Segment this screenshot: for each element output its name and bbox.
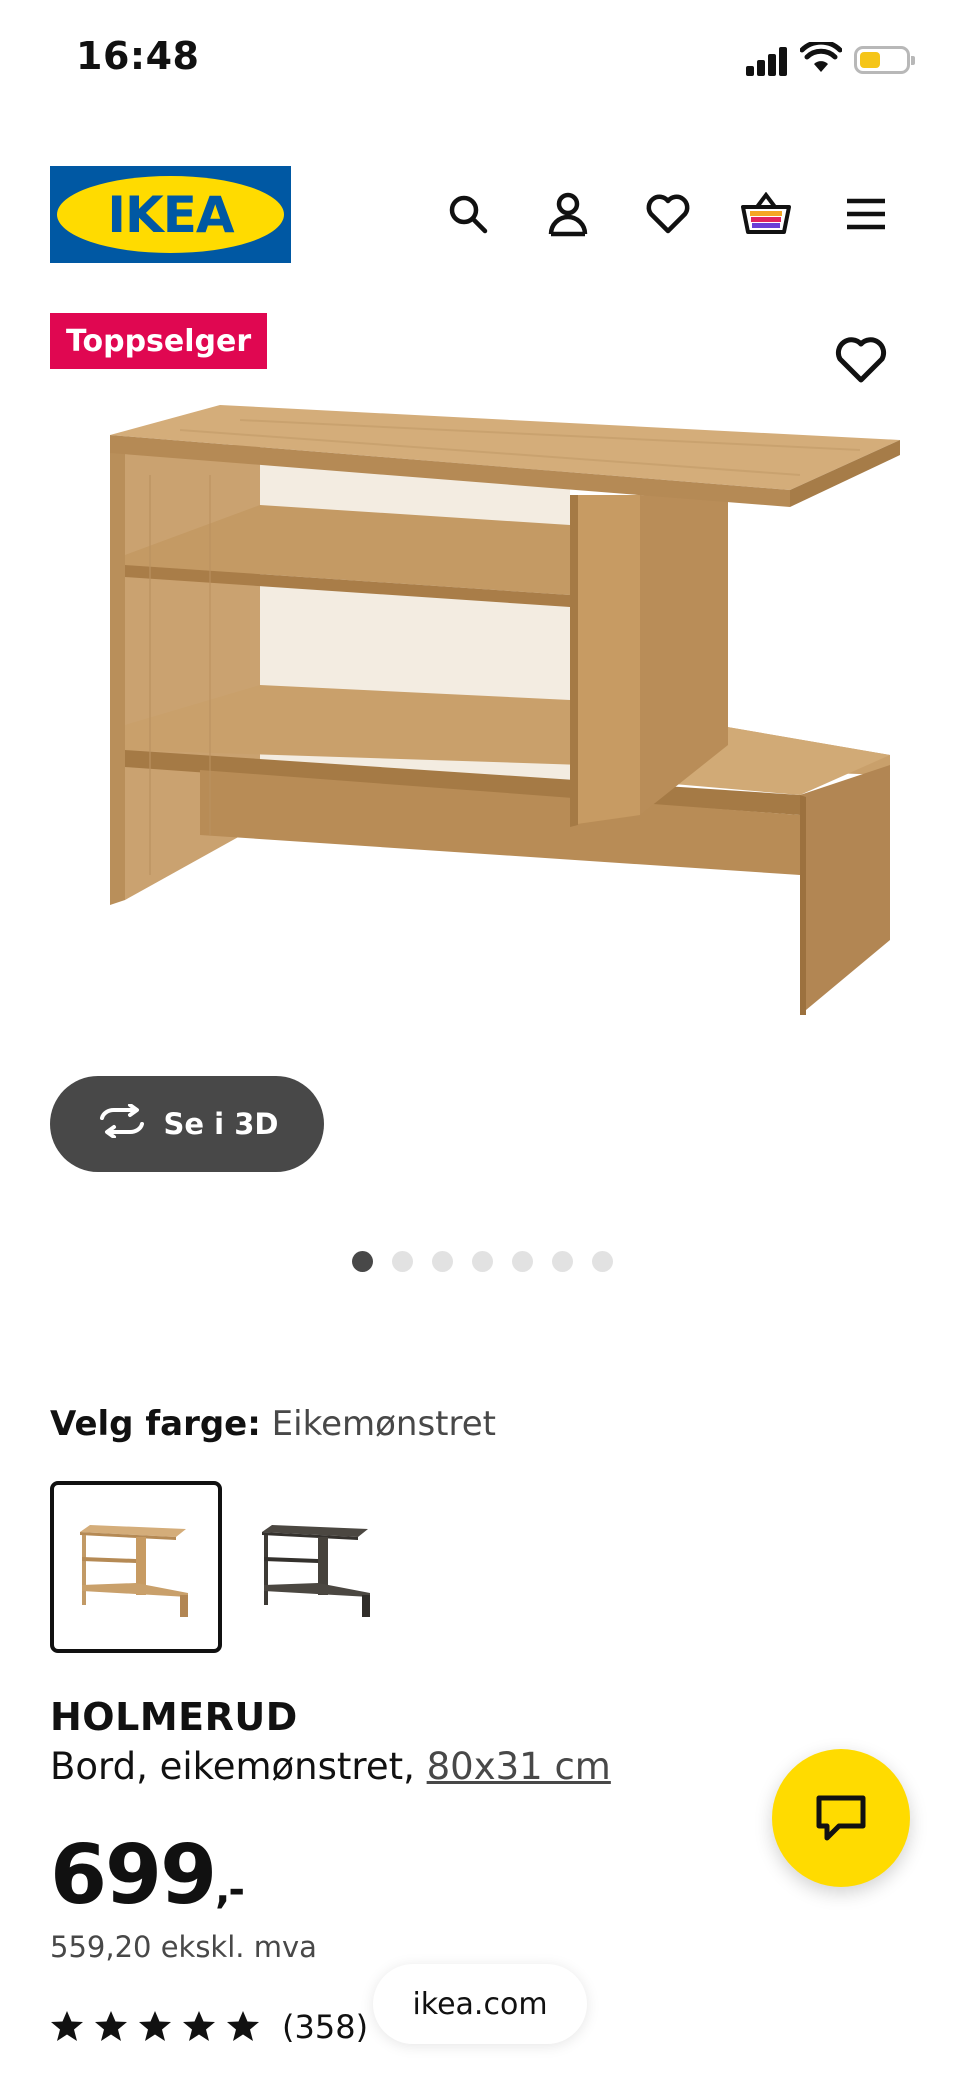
star-icon [51,2011,83,2041]
price-ex-vat: 559,20 ekskl. mva [50,1930,317,1964]
carousel-dot[interactable] [472,1251,493,1272]
product-image[interactable] [100,395,900,1015]
heart-icon[interactable] [640,186,696,242]
add-to-favorites-icon[interactable] [832,334,890,390]
rotate-3d-icon [96,1102,148,1145]
price-suffix: ,- [215,1867,245,1913]
color-label-value: Eikemønstret [271,1404,496,1444]
top-seller-badge: Toppselger [50,313,268,369]
carousel-dot[interactable] [592,1251,613,1272]
battery-icon [854,46,915,74]
view-in-3d-label: Se i 3D [163,1107,279,1141]
color-label-prefix: Velg farge: [50,1404,261,1444]
star-icon [227,2011,259,2041]
color-option-dark[interactable] [232,1481,404,1653]
carousel-dot[interactable] [352,1251,373,1272]
product-size-link[interactable]: 80x31 cm [427,1745,611,1788]
rating-stars[interactable] [50,2010,260,2042]
menu-icon[interactable] [838,186,894,242]
carousel-dot[interactable] [432,1251,453,1272]
status-time: 16:48 [76,34,200,78]
carousel-dot[interactable] [552,1251,573,1272]
color-select-label: Velg farge: Eikemønstret [50,1404,496,1444]
view-in-3d-button[interactable]: Se i 3D [50,1076,324,1172]
logo-text: IKEA [107,185,234,244]
review-count[interactable]: (358) [282,2008,368,2046]
product-description: Bord, eikemønstret, 80x31 cm [50,1745,611,1788]
carousel-dot[interactable] [512,1251,533,1272]
chat-button[interactable] [772,1749,910,1887]
account-icon[interactable] [540,186,596,242]
color-option-oak[interactable] [50,1481,222,1653]
cellular-signal-icon [746,46,790,76]
star-icon [139,2011,171,2041]
price-value: 699 [50,1828,217,1923]
basket-icon[interactable] [738,186,794,242]
star-icon [95,2011,127,2041]
product-price: 699,- [50,1828,245,1923]
star-icon [183,2011,215,2041]
ikea-logo[interactable]: IKEA [50,166,291,263]
chat-icon [816,1795,866,1841]
carousel-dot[interactable] [392,1251,413,1272]
search-icon[interactable] [440,186,496,242]
product-name: HOLMERUD [50,1695,298,1739]
carousel-pagination[interactable] [352,1251,613,1272]
wifi-icon [799,39,843,78]
browser-url-bar[interactable]: ikea.com [373,1964,587,2044]
product-description-text: Bord, eikemønstret, [50,1745,415,1788]
